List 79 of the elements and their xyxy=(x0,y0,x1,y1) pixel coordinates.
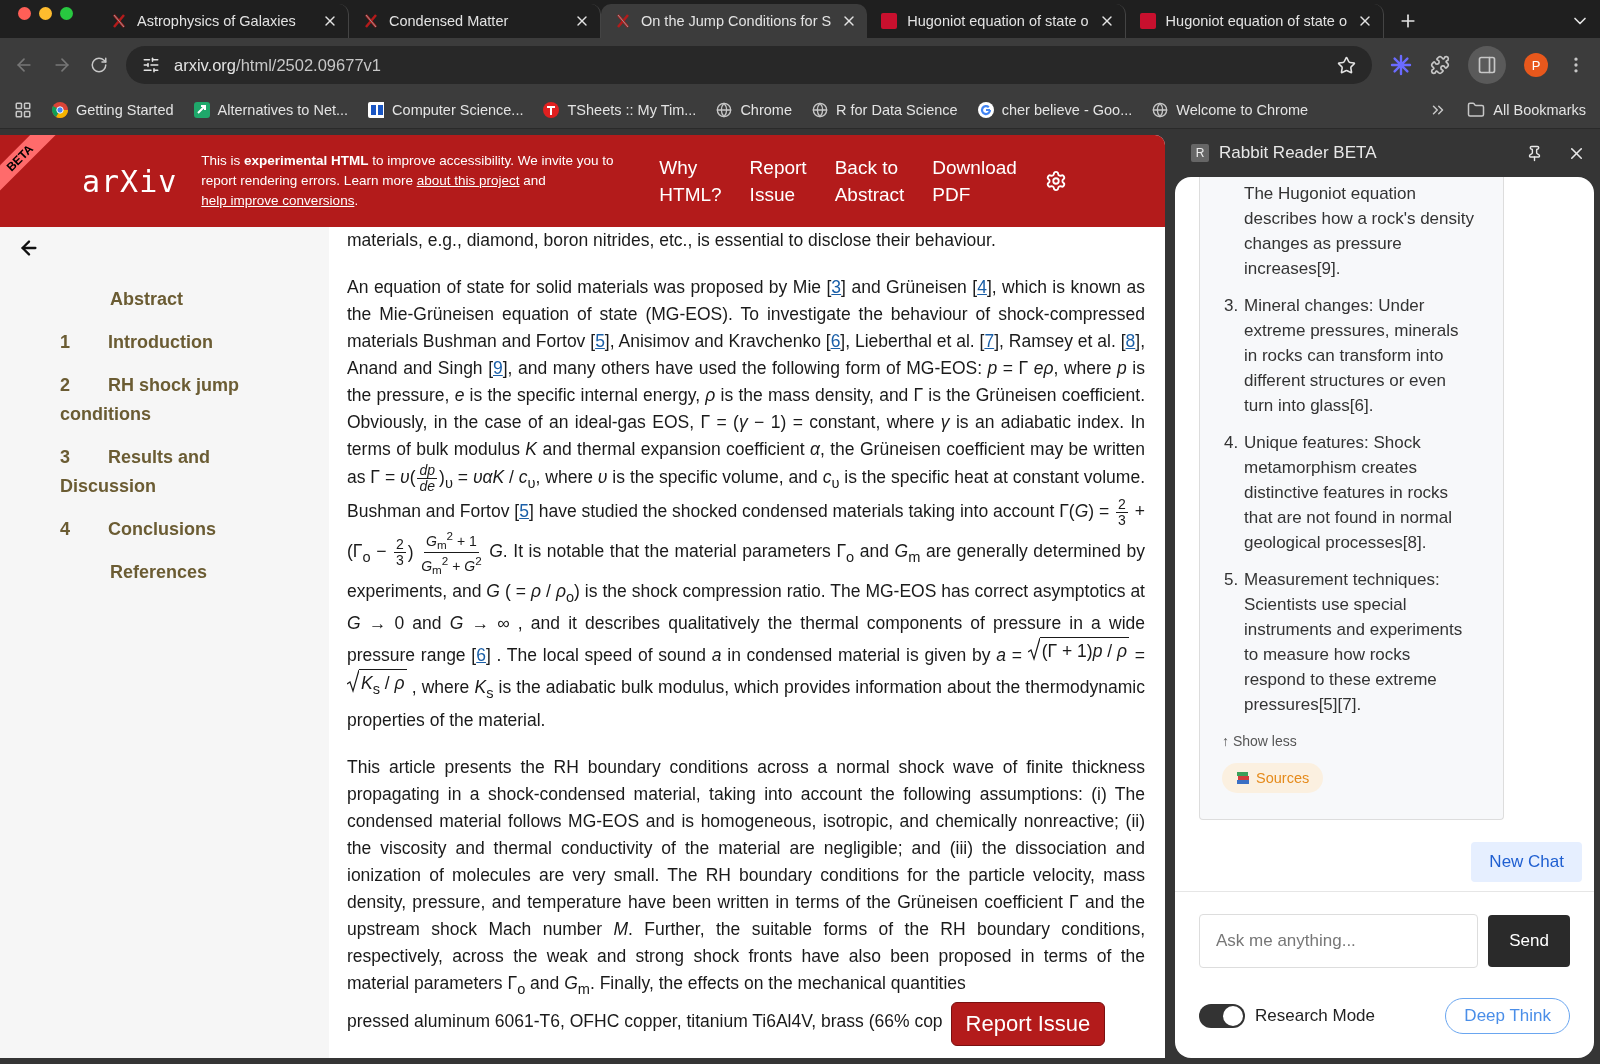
panel-title: Rabbit Reader BETA xyxy=(1219,143,1378,163)
research-mode-toggle[interactable] xyxy=(1199,1004,1245,1028)
close-window-icon[interactable] xyxy=(18,6,31,20)
notice-link[interactable]: about this project xyxy=(416,173,520,188)
paragraph: materials, e.g., diamond, boron nitrides, etc., is essential to disclose their behaviour. xyxy=(347,229,997,252)
google-icon xyxy=(977,102,994,118)
show-less-link[interactable]: ↑ Show less xyxy=(1222,733,1475,749)
nav-link[interactable]: Back to Abstract xyxy=(834,154,905,208)
nav-link[interactable]: Download PDF xyxy=(932,154,1017,208)
x-logo-icon xyxy=(111,13,127,29)
globe-icon xyxy=(716,102,733,118)
citation-link[interactable]: 9 xyxy=(493,358,503,378)
pin-icon[interactable] xyxy=(1526,144,1543,162)
books-icon xyxy=(1236,771,1250,785)
bookmark-link[interactable]: Computer Science... xyxy=(392,102,524,118)
toc-link[interactable]: 4 Conclusions xyxy=(18,515,329,544)
bookmark-link[interactable]: cher believe - Goo... xyxy=(1001,102,1133,118)
toggle-label: Research Mode xyxy=(1255,1006,1376,1026)
extensions-icon[interactable] xyxy=(1430,55,1450,75)
side-panel-button[interactable] xyxy=(1468,46,1506,84)
list-item-text: The Hugoniot equation describes how a rock's density changes as pressure increases[9]. xyxy=(1244,183,1475,280)
list-item-text: Unique features: Shock metamorphism creates distinctive features in rocks that are not found in normal geological processes[8]. xyxy=(1244,432,1453,554)
citation-link[interactable]: 5 xyxy=(595,331,605,351)
apps-icon[interactable] xyxy=(14,101,32,119)
x-logo-icon xyxy=(363,13,379,29)
radical-sign-icon xyxy=(347,669,359,694)
text-line: pressed aluminum 6061-T6, OFHC copper, titanium Ti6Al4V, brass (66% cop xyxy=(347,1010,943,1034)
report-issue-button[interactable]: Report Issue xyxy=(950,1002,1106,1047)
toc-link[interactable]: 2 RH shock jump conditions xyxy=(18,371,329,429)
toc-link[interactable]: 1 Introduction xyxy=(18,328,329,357)
maximize-window-icon[interactable] xyxy=(60,6,73,20)
minimize-window-icon[interactable] xyxy=(39,6,52,20)
list-number: 4. xyxy=(1224,432,1240,454)
app-icon xyxy=(368,102,385,118)
radical-sign-icon xyxy=(1027,637,1040,662)
profile-avatar[interactable]: P xyxy=(1524,53,1548,77)
list-number: 3. xyxy=(1224,295,1240,317)
toc-link[interactable]: 3 Results and Discussion xyxy=(18,443,329,501)
address-bar[interactable]: arxiv.org/html/2502.09677v1 xyxy=(126,46,1372,84)
message-input[interactable]: Ask me anything... xyxy=(1199,914,1478,968)
bookmark-link[interactable]: Alternatives to Net... xyxy=(217,102,349,118)
citation-link[interactable]: 7 xyxy=(984,331,995,351)
new-chat-button[interactable]: New Chat xyxy=(1471,842,1582,882)
app-badge: R xyxy=(1191,144,1209,162)
bookmark-link[interactable]: All Bookmarks xyxy=(1493,102,1586,118)
bookmark-link[interactable]: R for Data Science xyxy=(835,102,958,118)
app-icon xyxy=(543,102,560,118)
bookmark-link[interactable]: TSheets :: My Tim... xyxy=(567,102,697,118)
send-button[interactable]: Send xyxy=(1488,915,1570,967)
browser-tab[interactable]: On the Jump Conditions for S xyxy=(601,4,868,38)
list-item-text: Mineral changes: Under extreme pressures, minerals in rocks can transform into different structures or even turn into glass[6]. xyxy=(1244,295,1460,417)
star-icon[interactable] xyxy=(1337,55,1356,75)
list-item-text: Measurement techniques: Scientists use special instruments and experiments to measure how rocks respond to these extreme pressures[5][7]. xyxy=(1244,569,1464,716)
bookmark-link[interactable]: Chrome xyxy=(740,102,792,118)
reload-icon[interactable] xyxy=(90,56,108,74)
bookmark-link[interactable]: Welcome to Chrome xyxy=(1176,102,1309,118)
square-icon xyxy=(881,13,898,29)
paragraph: This article presents the RH boundary conditions across a normal shock wave of finite thickness propagating in a shock-condensed material, taking into account the following assumptions: (i) The condensed material follows MG-EOS and is homogeneous, isotropic, and chemically nonreactive; (ii) the viscosity and thermal conductivity of the material are negligible; and (iii) the dissociation and ionization of molecules are very small. The RH boundary conditions for the particle velocity, mass density, pressure, and temperature have been written in terms of the Grüneisen coefficient Γ and the upstream shock Mach number M. Further, the suitable forms of the RH boundary conditions, respectively, across the weak and strong shock fronts have also been proposed in terms of the material parameters Γ$_{o}$ and G$_{m}$. Finally, the effects on the mechanical quantities xyxy=(347,755,1145,999)
gear-icon[interactable] xyxy=(1044,170,1067,192)
site-info-icon[interactable] xyxy=(142,56,160,74)
globe-icon xyxy=(811,102,828,118)
folder-icon xyxy=(1467,101,1486,119)
chrome-icon xyxy=(52,102,68,118)
globe-icon xyxy=(1152,102,1169,118)
toc-link[interactable]: References xyxy=(18,558,329,587)
citation-link[interactable]: 5 xyxy=(519,500,529,521)
logo[interactable]: arXiv xyxy=(82,163,178,199)
bookmark-link[interactable]: Getting Started xyxy=(76,102,174,118)
nav-link[interactable]: Why HTML? xyxy=(659,154,722,208)
citation-link[interactable]: 6 xyxy=(476,645,486,666)
x-logo-icon xyxy=(615,13,631,29)
list-number: 5. xyxy=(1224,569,1240,591)
nav-link[interactable]: Report Issue xyxy=(749,154,807,208)
notice-text: This is experimental HTML to improve accessibility. We invite you to report rendering errors. Learn more about this project and help improve conversions. xyxy=(201,152,615,210)
toc-link[interactable]: Abstract xyxy=(18,285,329,314)
citation-link[interactable]: 4 xyxy=(977,277,987,297)
asterisk-icon[interactable] xyxy=(1390,54,1412,76)
side-panel-icon xyxy=(1477,55,1497,75)
square-icon xyxy=(1139,13,1156,29)
